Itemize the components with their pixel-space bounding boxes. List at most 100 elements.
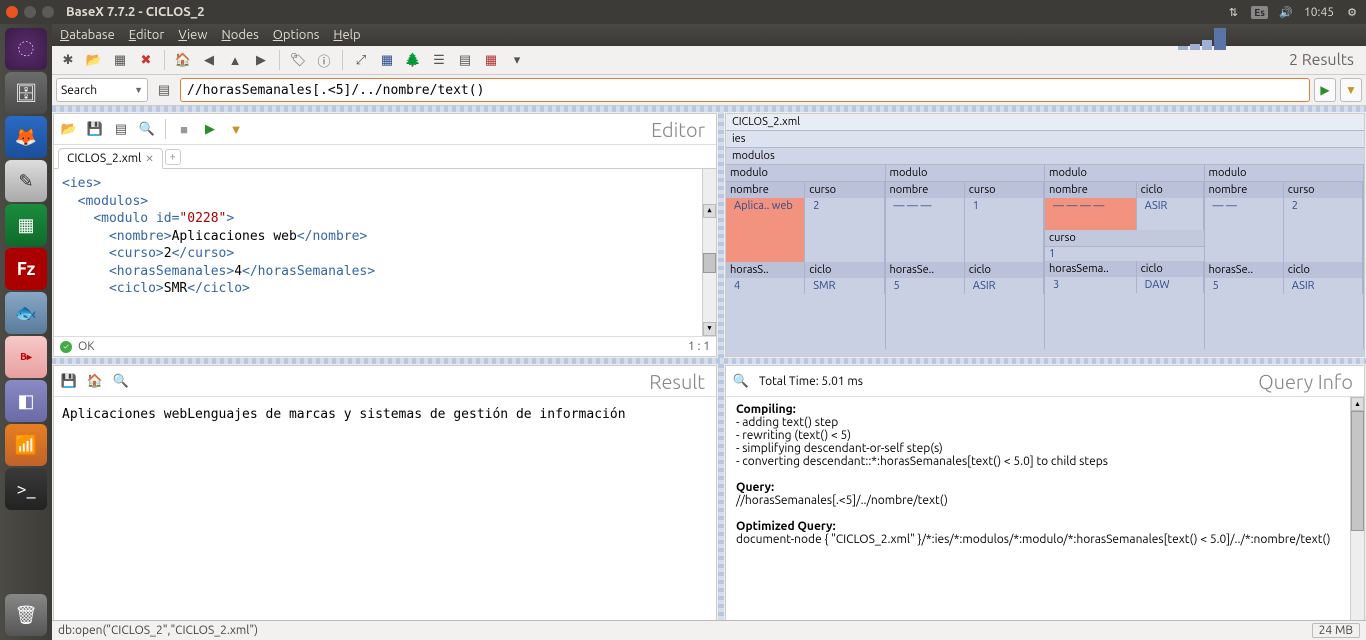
editor-stop-icon[interactable]: ■ — [172, 117, 196, 141]
menu-editor[interactable]: Editor — [129, 28, 165, 42]
menu-help[interactable]: Help — [333, 28, 360, 42]
compiling-line: - rewriting (text() < 5) — [736, 429, 1336, 442]
window-maximize-button[interactable] — [42, 6, 54, 18]
window-title: BaseX 7.7.2 - CICLOS_2 — [66, 5, 1225, 19]
treemap-modulo[interactable]: modulonombrecurso— —2horasSe..ciclo5ASIR — [1205, 165, 1365, 349]
editor-scrollbar[interactable]: ▲ ▼ — [702, 169, 716, 336]
basex-icon[interactable]: B▸ — [5, 336, 47, 378]
window-minimize-button[interactable] — [24, 6, 36, 18]
close-icon[interactable]: ✕ — [145, 153, 153, 165]
menu-options[interactable]: Options — [273, 28, 320, 42]
window-close-button[interactable] — [6, 6, 18, 18]
menu-view[interactable]: View — [178, 28, 207, 42]
queryinfo-scrollbar[interactable]: ▲ ▼ — [1350, 397, 1364, 638]
settings-gear-icon[interactable]: ⚙ — [1344, 4, 1360, 20]
treemap-modulo[interactable]: modulonombrecurso— — —1horasSe..ciclo5AS… — [886, 165, 1046, 349]
trash-icon[interactable]: 🗑 — [5, 594, 47, 636]
chevron-down-icon: ▼ — [134, 85, 143, 95]
view-more-icon[interactable]: ▾ — [505, 48, 529, 72]
view-list-icon[interactable]: ☰ — [427, 48, 451, 72]
firefox-icon[interactable]: 🦊 — [5, 116, 47, 158]
bluefish-icon[interactable]: 🐟 — [5, 292, 47, 334]
new-db-icon[interactable]: ✱ — [56, 48, 80, 72]
view-tree-icon[interactable]: 🌲 — [401, 48, 425, 72]
filezilla-icon[interactable]: Fz — [5, 248, 47, 290]
view-table-icon[interactable]: ▦ — [479, 48, 503, 72]
view-map-icon[interactable]: ▦ — [375, 48, 399, 72]
query-header: Query: — [736, 481, 774, 494]
optquery-header: Optimized Query: — [736, 520, 836, 533]
grid-icon[interactable]: ▦ — [108, 48, 132, 72]
document-icon[interactable]: ▤ — [152, 78, 176, 102]
system-tray: ⇅ Es 🔊 10:45 ⚙ — [1225, 4, 1360, 20]
delete-icon[interactable]: ✖ — [134, 48, 158, 72]
memory-indicator[interactable]: 24 MB — [1312, 623, 1360, 638]
files-icon[interactable]: 🗄 — [5, 72, 47, 114]
v-splitter-2[interactable] — [718, 364, 724, 640]
rss-icon[interactable]: 📶 — [5, 424, 47, 466]
up-icon[interactable]: ▲ — [223, 48, 247, 72]
queryinfo-panel: 🔍 Total Time: 5.01 ms Query Info ▲ ▼ — [725, 365, 1365, 639]
query-text: //horasSemanales[.<5]/../nombre/text() — [736, 494, 1336, 507]
treemap-modulo[interactable]: modulonombrecursoAplica.. web2horasS..ci… — [726, 165, 886, 349]
treemap-file: CICLOS_2.xml — [726, 114, 1364, 131]
editor-tab[interactable]: CICLOS_2.xml ✕ — [58, 148, 163, 169]
result-text[interactable]: Aplicaciones webLenguajes de marcas y si… — [54, 397, 716, 638]
forward-icon[interactable]: ▶ — [249, 48, 273, 72]
queryinfo-title: Query Info — [1258, 370, 1361, 393]
editor-run-icon[interactable]: ▶ — [198, 117, 222, 141]
queryinfo-bar-chart — [1178, 28, 1226, 50]
menu-nodes[interactable]: Nodes — [221, 28, 258, 42]
queryinfo-body[interactable]: ▲ ▼ Compiling: - adding text() step- rew… — [726, 397, 1364, 638]
treemap-modulo[interactable]: modulonombreciclo— — — —ASIRcurso1horasS… — [1045, 165, 1205, 349]
add-tab-button[interactable]: + — [165, 149, 181, 165]
tag-icon[interactable]: 🏷 — [286, 48, 310, 72]
text-editor-icon[interactable]: ✎ — [5, 160, 47, 202]
editor-filter-icon[interactable]: ▼ — [224, 117, 248, 141]
run-query-button[interactable]: ▶ — [1314, 78, 1336, 102]
result-title: Result — [649, 370, 713, 393]
scroll-down-icon[interactable]: ▼ — [703, 322, 716, 336]
editor-title: Editor — [651, 118, 713, 141]
scroll-up-icon[interactable]: ▲ — [1351, 397, 1364, 411]
compiling-header: Compiling: — [736, 403, 796, 416]
open-folder-icon[interactable]: 📂 — [82, 48, 106, 72]
result-save-icon[interactable]: 💾 — [57, 369, 81, 393]
code-editor[interactable]: <ies> <modulos> <modulo id="0228"> <nomb… — [54, 169, 716, 336]
main-toolbar: ✱ 📂 ▦ ✖ 🏠 ◀ ▲ ▶ 🏷 ⓘ ⤢ ▦ 🌲 ☰ ▤ ▦ ▾ 2 Resu… — [52, 46, 1366, 75]
v-splitter[interactable] — [718, 112, 724, 358]
result-home-icon[interactable]: 🏠 — [83, 369, 107, 393]
misc-app-icon[interactable]: ◧ — [5, 380, 47, 422]
network-icon[interactable]: ⇅ — [1225, 4, 1241, 20]
search-mode-select[interactable]: Search ▼ — [56, 78, 148, 102]
xquery-input[interactable] — [180, 78, 1310, 102]
queryinfo-search-icon[interactable]: 🔍 — [729, 369, 753, 393]
scroll-up-icon[interactable]: ▲ — [703, 204, 716, 218]
dash-icon[interactable]: ◌ — [5, 28, 47, 70]
calc-icon[interactable]: ▦ — [5, 204, 47, 246]
editor-open-icon[interactable]: 📂 — [57, 117, 81, 141]
clock[interactable]: 10:45 — [1304, 6, 1334, 19]
compiling-line: - adding text() step — [736, 416, 1336, 429]
editor-tab-label: CICLOS_2.xml — [67, 152, 141, 165]
terminal-icon[interactable]: >_ — [5, 468, 47, 510]
editor-doc-icon[interactable]: ▤ — [109, 117, 133, 141]
filter-button[interactable]: ▼ — [1340, 78, 1362, 102]
keyboard-layout-indicator[interactable]: Es — [1251, 6, 1268, 19]
queryinfo-time: Total Time: 5.01 ms — [759, 375, 863, 388]
back-icon[interactable]: ◀ — [197, 48, 221, 72]
result-search-icon[interactable]: 🔍 — [109, 369, 133, 393]
info-icon[interactable]: ⓘ — [312, 48, 336, 72]
editor-status: OK — [78, 340, 95, 353]
unity-launcher: ◌ 🗄 🦊 ✎ ▦ Fz 🐟 B▸ ◧ 📶 >_ 🗑 — [0, 24, 52, 640]
line-col-indicator: 1 : 1 — [688, 340, 710, 353]
menu-database[interactable]: Database — [60, 28, 115, 42]
treemap-view[interactable]: CICLOS_2.xml ies modulos modulonombrecur… — [726, 114, 1364, 356]
editor-search-icon[interactable]: 🔍 — [135, 117, 159, 141]
compiling-line: - converting descendant::*:horasSemanale… — [736, 455, 1336, 468]
volume-icon[interactable]: 🔊 — [1278, 4, 1294, 20]
home-icon[interactable]: 🏠 — [171, 48, 195, 72]
editor-save-icon[interactable]: 💾 — [83, 117, 107, 141]
view-bars-icon[interactable]: ▤ — [453, 48, 477, 72]
expand-icon[interactable]: ⤢ — [349, 48, 373, 72]
